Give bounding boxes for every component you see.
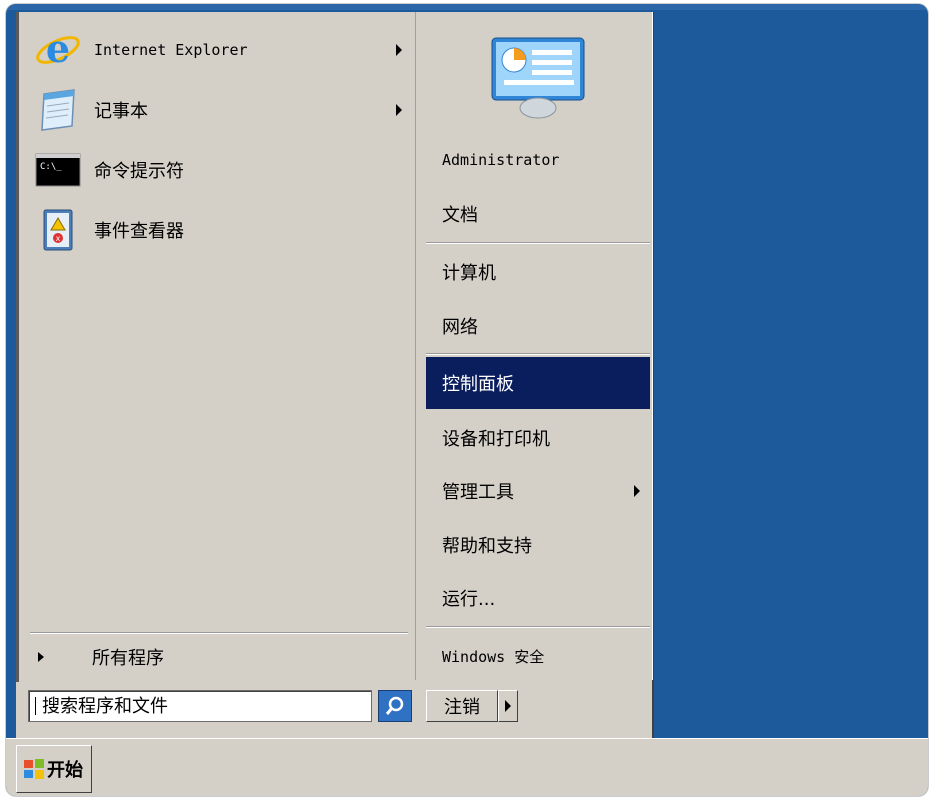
internet-explorer-icon: e — [34, 26, 82, 74]
administrative-tools-label: 管理工具 — [442, 482, 514, 503]
program-event-viewer[interactable]: x 事件查看器 — [34, 204, 406, 256]
places-divider — [426, 242, 650, 244]
control-panel-link[interactable]: 控制面板 — [426, 357, 650, 409]
computer-link[interactable]: 计算机 — [426, 246, 650, 298]
log-off-button[interactable]: 注销 — [426, 690, 498, 722]
program-command-prompt[interactable]: C:\_ 命令提示符 — [34, 144, 406, 196]
submenu-arrow-icon — [396, 104, 402, 116]
command-prompt-icon-text: C:\_ — [40, 162, 62, 172]
chevron-right-icon — [505, 700, 511, 712]
places-divider — [426, 626, 650, 628]
all-programs-divider — [30, 632, 408, 634]
svg-text:x: x — [56, 234, 61, 243]
taskbar: 开始 — [6, 738, 928, 796]
command-prompt-icon: C:\_ — [34, 146, 82, 194]
all-programs-label: 所有程序 — [92, 648, 164, 669]
program-label: 事件查看器 — [94, 221, 184, 242]
documents-link[interactable]: 文档 — [426, 188, 650, 240]
program-notepad[interactable]: 记事本 — [34, 84, 406, 136]
network-link[interactable]: 网络 — [426, 300, 650, 352]
event-viewer-icon: x — [34, 206, 82, 254]
program-label: 记事本 — [94, 101, 148, 122]
search-icon — [385, 696, 404, 715]
places-pane: Administrator 文档 计算机 网络 控制面板 设备和打印机 管理工具… — [415, 12, 653, 680]
run-link[interactable]: 运行... — [426, 572, 650, 624]
control-panel-picture-icon — [488, 36, 588, 120]
screen: e Internet Explorer 记事本 C:\_ 命令提示符 x 事件查… — [6, 4, 928, 796]
all-programs-button[interactable]: 所有程序 — [34, 642, 406, 672]
administrative-tools-link[interactable]: 管理工具 — [426, 465, 650, 517]
search-button[interactable] — [378, 690, 412, 722]
start-button[interactable]: 开始 — [16, 745, 92, 793]
search-row: 注销 — [16, 682, 652, 738]
windows-security-link[interactable]: Windows 安全 — [426, 630, 650, 682]
help-and-support-link[interactable]: 帮助和支持 — [426, 519, 650, 571]
program-internet-explorer[interactable]: e Internet Explorer — [34, 24, 406, 76]
start-menu: e Internet Explorer 记事本 C:\_ 命令提示符 x 事件查… — [16, 12, 654, 744]
user-folder-administrator[interactable]: Administrator — [426, 134, 650, 186]
program-label: Internet Explorer — [94, 41, 248, 59]
svg-text:e: e — [46, 26, 70, 71]
programs-pane: e Internet Explorer 记事本 C:\_ 命令提示符 x 事件查… — [16, 12, 414, 680]
submenu-arrow-icon — [396, 44, 402, 56]
search-box[interactable] — [28, 690, 372, 722]
shutdown-options-button[interactable] — [498, 690, 518, 722]
places-divider — [426, 353, 650, 355]
program-label: 命令提示符 — [94, 161, 184, 182]
windows-logo-icon — [23, 758, 45, 780]
chevron-right-icon — [38, 652, 44, 662]
devices-and-printers-link[interactable]: 设备和打印机 — [426, 412, 650, 464]
search-input[interactable] — [40, 694, 364, 718]
text-caret — [35, 697, 36, 715]
submenu-arrow-icon — [634, 485, 640, 497]
desktop-top-strip — [6, 4, 928, 10]
start-label: 开始 — [47, 760, 83, 781]
notepad-icon — [34, 86, 82, 134]
